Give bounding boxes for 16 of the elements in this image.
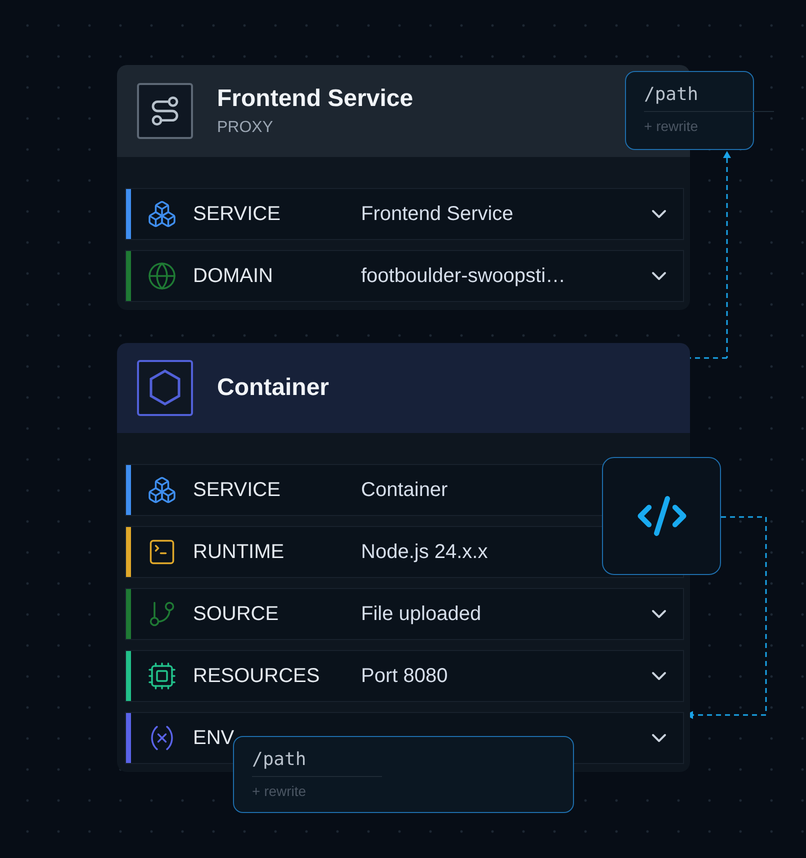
row-label: SERVICE [193,202,282,226]
row-label: RESOURCES [193,664,321,688]
row-value: Container [361,478,449,502]
card-title: Container [217,374,330,402]
row-value: File uploaded [361,602,482,626]
row-value: Node.js 24.x.x [361,540,489,564]
row-value: Frontend Service [361,202,514,226]
row-label: RUNTIME [193,540,286,564]
row-label: ENV [193,726,236,750]
row-label: DOMAIN [193,264,274,288]
row-value: footboulder-swoopsti… [361,264,567,288]
row-value: Port 8080 [361,664,449,688]
row-label: SOURCE [193,602,280,626]
row-label: SERVICE [193,478,282,502]
card-subtitle: PROXY [217,119,274,137]
card-title: Frontend Service [217,85,414,113]
